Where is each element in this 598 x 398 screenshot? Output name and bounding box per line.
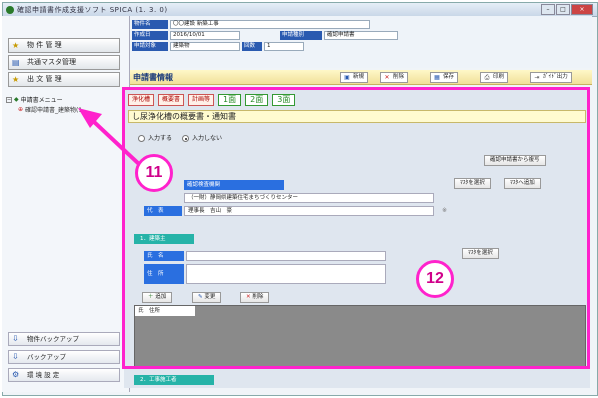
callout-12: 12 <box>416 260 454 298</box>
callout-11: 11 <box>135 154 173 192</box>
arrow-line <box>90 118 142 167</box>
annotation-arrow <box>78 108 142 167</box>
